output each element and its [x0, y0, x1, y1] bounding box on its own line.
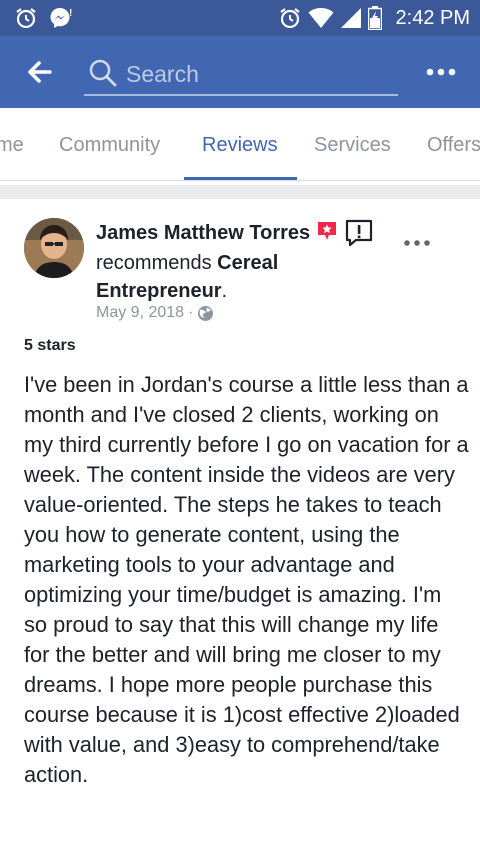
author-name[interactable]: James Matthew Torres	[96, 222, 310, 244]
tab-community[interactable]: Community	[59, 108, 160, 180]
tab-reviews[interactable]: Reviews	[202, 108, 278, 180]
battery-charging-icon	[367, 6, 382, 30]
report-icon[interactable]	[344, 218, 374, 248]
status-time: 2:42 PM	[395, 6, 470, 29]
page-tabs: me Community Reviews Services Offers	[0, 108, 480, 181]
meta-separator: ·	[188, 304, 194, 321]
alarm-icon	[279, 8, 300, 29]
more-options-icon	[426, 68, 456, 76]
search-bar[interactable]	[84, 54, 398, 96]
post-meta: May 9, 2018 ·	[96, 304, 214, 322]
messenger-notification-icon: !	[50, 8, 72, 28]
search-input[interactable]	[124, 56, 396, 92]
post-date[interactable]: May 9, 2018	[96, 304, 184, 322]
avatar[interactable]	[24, 218, 84, 278]
back-button[interactable]	[20, 54, 60, 90]
wifi-icon	[308, 8, 334, 28]
more-options-button[interactable]	[424, 60, 458, 84]
active-tab-indicator	[184, 177, 297, 180]
avatar-photo	[24, 218, 84, 278]
top-fan-badge-icon	[318, 222, 336, 240]
section-divider	[0, 185, 480, 199]
more-options-icon	[404, 240, 430, 246]
cell-signal-icon	[340, 8, 361, 28]
review-body: I've been in Jordan's course a little le…	[24, 372, 469, 787]
app-bar	[0, 36, 480, 108]
search-icon	[89, 59, 117, 87]
back-arrow-icon	[28, 61, 52, 83]
review-rating: 5 stars	[24, 337, 76, 354]
post-options-button[interactable]	[402, 236, 432, 250]
alarm-icon	[16, 8, 36, 29]
tab-home[interactable]: me	[0, 108, 24, 180]
recommends-text: recommends	[96, 252, 212, 274]
tab-offers[interactable]: Offers	[427, 108, 480, 180]
tab-services[interactable]: Services	[314, 108, 391, 180]
status-bar: ! 2:42 PM	[0, 0, 480, 36]
svg-text:!: !	[69, 8, 72, 19]
recommendation-line: recommends Cereal Entrepreneur.	[96, 249, 366, 305]
globe-icon	[198, 305, 214, 321]
page-suffix: .	[221, 280, 228, 302]
